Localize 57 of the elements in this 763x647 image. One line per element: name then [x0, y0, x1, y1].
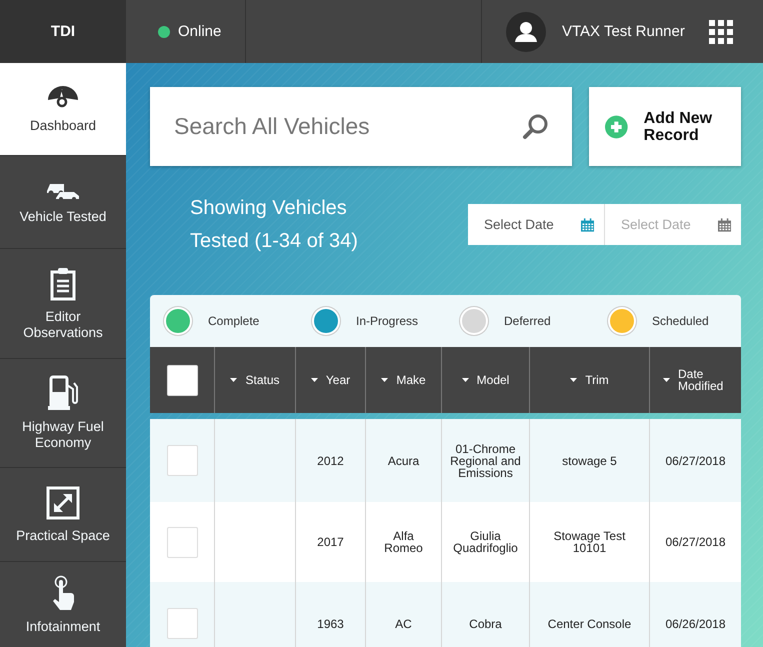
- table-cell: 2012: [317, 454, 344, 466]
- checkbox[interactable]: [166, 445, 198, 476]
- column-header[interactable]: Make: [381, 374, 426, 386]
- avatar-icon[interactable]: [506, 12, 546, 52]
- table-cell: 06/26/2018: [665, 618, 726, 630]
- caret-icon: [570, 378, 578, 382]
- table-cell: 1963: [317, 618, 344, 630]
- column-header[interactable]: Date Modified: [663, 368, 728, 392]
- table-cell-text: Alfa Romeo: [383, 530, 424, 554]
- add-record-button[interactable]: Add New Record: [589, 87, 741, 166]
- clipboard-icon: [49, 266, 77, 300]
- table-cell: 06/27/2018: [665, 454, 726, 466]
- column-header[interactable]: Trim: [570, 374, 609, 386]
- table-cell: Cobra: [469, 618, 502, 630]
- caret-icon: [381, 378, 388, 382]
- apps-grid-icon[interactable]: [708, 20, 733, 44]
- table-cell-text: Stowage Test 10101: [552, 530, 626, 554]
- sidebar-item[interactable]: Practical Space: [0, 468, 126, 562]
- table-cell: 06/27/2018: [665, 536, 726, 548]
- date-input[interactable]: Select Date: [468, 204, 577, 245]
- table-cell-text: 01-Chrome Regional and Emissions: [449, 442, 522, 478]
- sidebar-item[interactable]: Editor Observations: [0, 249, 126, 359]
- checkbox[interactable]: [166, 526, 198, 558]
- column-header[interactable]: Status: [230, 374, 280, 386]
- table-cell-text: Giulia Quadrifoglio: [452, 530, 519, 554]
- legend-label: Complete: [208, 314, 260, 328]
- sidebar-item[interactable]: Dashboard: [0, 63, 126, 156]
- fuel-pump-icon: [47, 375, 79, 411]
- table-cell: AC: [395, 618, 412, 630]
- user-name[interactable]: VTAX Test Runner: [562, 23, 685, 40]
- touch-hand-icon: [50, 574, 76, 610]
- sidebar-item[interactable]: Highway Fuel Economy: [0, 359, 126, 468]
- calendar-icon[interactable]: [718, 216, 731, 234]
- sidebar-item[interactable]: Infotainment: [0, 562, 126, 647]
- table-cell: Acura: [388, 454, 420, 466]
- table-cell: 2017: [317, 536, 344, 548]
- column-header[interactable]: Model: [462, 374, 510, 386]
- legend-label: Deferred: [504, 314, 551, 328]
- legend-label: In-Progress: [356, 314, 418, 328]
- caret-icon: [230, 378, 238, 382]
- calendar-icon[interactable]: [580, 216, 594, 234]
- legend-label: Scheduled: [652, 314, 709, 328]
- caret-icon: [310, 378, 318, 382]
- column-header[interactable]: Year: [310, 374, 350, 386]
- table-cell: Center Console: [548, 618, 632, 630]
- gauge-icon: [46, 84, 80, 110]
- sidebar-item[interactable]: Vehicle Tested: [0, 156, 126, 249]
- status-label: Online: [178, 23, 222, 40]
- brand-label: TDI: [0, 0, 126, 63]
- caret-icon: [663, 378, 670, 382]
- results-heading: Showing Vehicles Tested (1-34 of 34): [190, 196, 359, 254]
- caret-icon: [462, 378, 469, 382]
- search-icon[interactable]: [522, 112, 550, 140]
- table-cell: stowage 5: [562, 454, 617, 466]
- checkbox[interactable]: [166, 608, 198, 639]
- checkbox[interactable]: [166, 364, 198, 396]
- resize-arrows-icon: [46, 486, 80, 520]
